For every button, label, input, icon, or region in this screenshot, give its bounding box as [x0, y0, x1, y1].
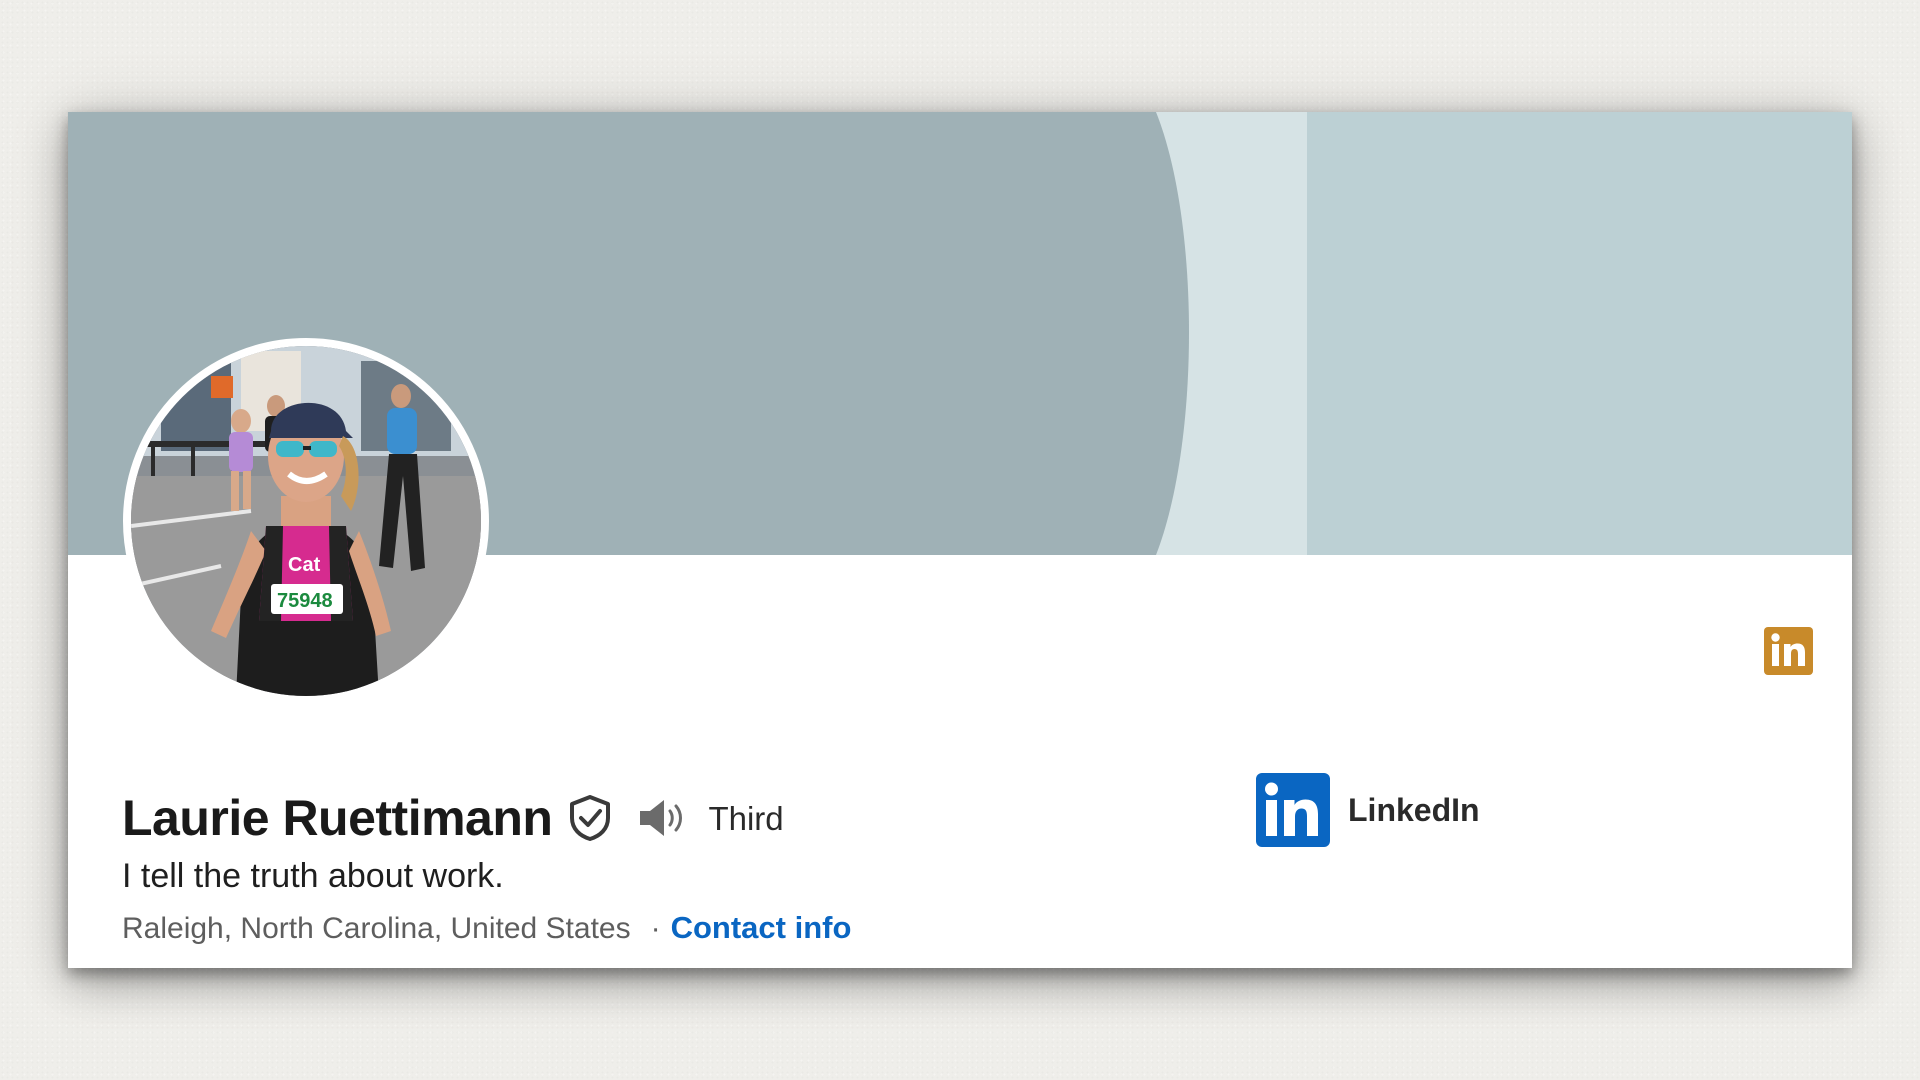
- linkedin-badge-icon[interactable]: [1764, 627, 1813, 675]
- separator-dot: ·: [650, 912, 661, 945]
- profile-headline: I tell the truth about work.: [122, 857, 504, 895]
- name-row: Laurie Ruettimann Third: [122, 780, 784, 856]
- svg-text:75948: 75948: [277, 590, 333, 612]
- profile-name: Laurie Ruettimann: [122, 790, 553, 846]
- contact-info-link[interactable]: Contact info: [671, 910, 852, 946]
- profile-avatar[interactable]: Cat 75948: [123, 338, 489, 704]
- svg-text:Cat: Cat: [288, 554, 321, 576]
- shield-check-icon[interactable]: [568, 794, 612, 842]
- linkedin-logo-icon: [1256, 773, 1330, 847]
- profile-location: Raleigh, North Carolina, United States: [122, 912, 631, 945]
- current-company-link[interactable]: LinkedIn: [1256, 772, 1480, 848]
- company-name: LinkedIn: [1348, 791, 1480, 828]
- profile-card: Cat 75948 Laurie Ruettimann Third Linked…: [68, 112, 1852, 968]
- speaker-icon[interactable]: [638, 796, 688, 840]
- connection-degree: Third: [708, 799, 784, 837]
